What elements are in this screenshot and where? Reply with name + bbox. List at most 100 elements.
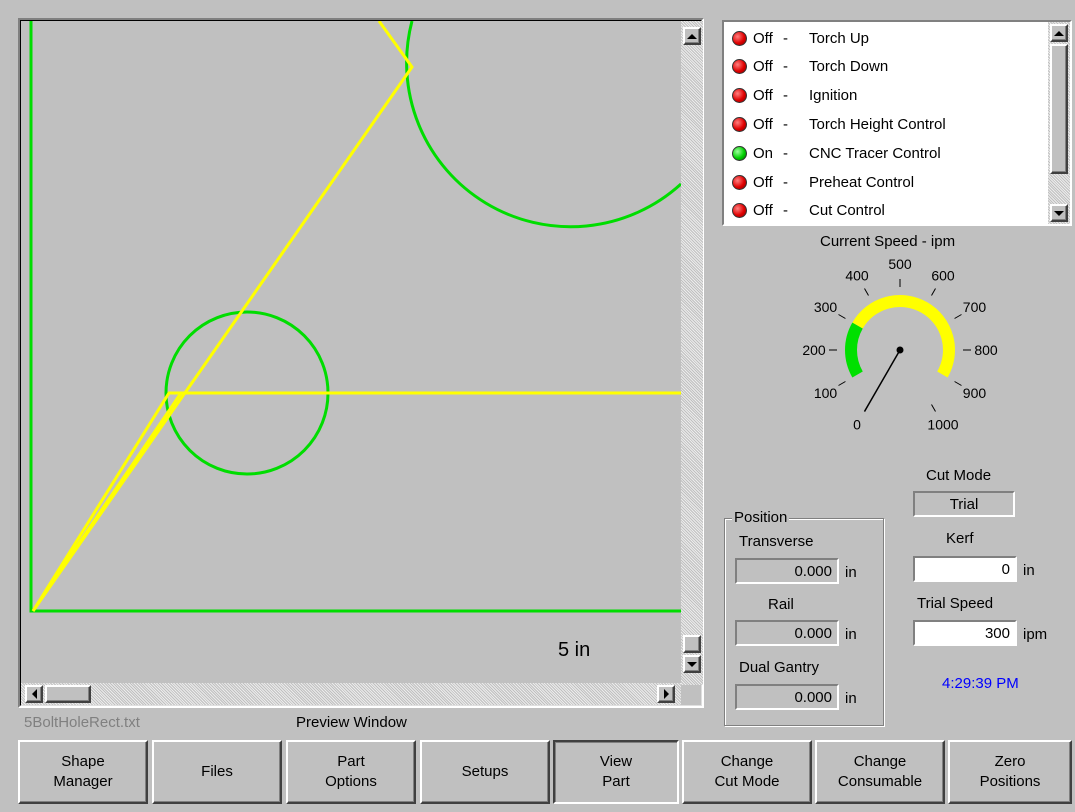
- gauge-tick-label: 200: [802, 342, 826, 358]
- status-item-preheat-control[interactable]: Off - Preheat Control: [732, 168, 914, 196]
- separator: -: [783, 144, 788, 162]
- vertical-scrollbar[interactable]: [681, 21, 703, 685]
- horizontal-scroll-thumb[interactable]: [45, 685, 91, 703]
- gauge-tick-label: 300: [814, 299, 838, 315]
- dual-gantry-readout: 0.000: [735, 684, 839, 710]
- red-led-icon: [732, 174, 747, 190]
- red-led-icon: [732, 87, 747, 103]
- red-led-icon: [732, 58, 747, 74]
- status-item-torch-up[interactable]: Off - Torch Up: [732, 24, 869, 52]
- scroll-right-button[interactable]: [657, 685, 675, 703]
- gauge-tick-label: 900: [963, 385, 987, 401]
- gauge-needle: [863, 349, 901, 412]
- part-outline: [29, 21, 681, 613]
- kerf-unit: in: [1023, 562, 1035, 579]
- gauge-tick: [931, 288, 936, 296]
- separator: -: [783, 86, 788, 104]
- status-state: Off: [753, 201, 773, 219]
- status-item-torch-down[interactable]: Off - Torch Down: [732, 52, 888, 80]
- status-label: Torch Height Control: [809, 115, 946, 133]
- gauge-tick-label: 100: [814, 385, 838, 401]
- zero-positions-button[interactable]: Zero Positions: [948, 740, 1072, 804]
- dual-gantry-label: Dual Gantry: [739, 659, 820, 676]
- cut-mode-readout: Trial: [913, 491, 1015, 517]
- transverse-readout: 0.000: [735, 558, 839, 584]
- arrow-up-icon: [1054, 30, 1064, 36]
- cut-mode-label: Cut Mode: [926, 467, 992, 484]
- status-label: Ignition: [809, 86, 858, 104]
- horizontal-scrollbar[interactable]: [21, 683, 681, 705]
- gauge-high-range-arc: [852, 295, 955, 378]
- preview-window-label: Preview Window: [296, 714, 407, 731]
- speed-gauge: 0 100 200 300 400 500 600 700 800 900 1000: [802, 256, 998, 432]
- trial-speed-input[interactable]: 300: [913, 620, 1017, 646]
- gauge-low-range-arc: [845, 322, 863, 378]
- gauge-tick: [931, 404, 936, 412]
- shape-manager-button[interactable]: Shape Manager: [18, 740, 148, 804]
- status-state: Off: [753, 57, 773, 75]
- status-state: Off: [753, 173, 773, 191]
- rail-readout: 0.000: [735, 620, 839, 646]
- gauge-tick-label: 700: [963, 299, 987, 315]
- separator: -: [783, 57, 788, 75]
- status-list[interactable]: Off - Torch Up Off - Torch Down Off - Ignition…: [722, 20, 1072, 226]
- green-led-icon: [732, 145, 747, 161]
- transverse-unit: in: [845, 564, 857, 581]
- gauge-hub: [896, 346, 904, 354]
- arrow-down-icon: [687, 661, 697, 667]
- status-label: CNC Tracer Control: [809, 144, 941, 162]
- part-options-button[interactable]: Part Options: [286, 740, 416, 804]
- gauge-tick: [838, 381, 846, 386]
- view-part-button[interactable]: View Part: [553, 740, 679, 804]
- red-led-icon: [732, 116, 747, 132]
- status-item-ignition[interactable]: Off - Ignition: [732, 81, 857, 109]
- kerf-label: Kerf: [946, 530, 974, 547]
- status-item-cut-control[interactable]: Off - Cut Control: [732, 196, 885, 224]
- separator: -: [783, 115, 788, 133]
- kerf-input[interactable]: 0: [913, 556, 1017, 582]
- separator: -: [783, 29, 788, 47]
- gauge-tick-label: 400: [845, 268, 869, 284]
- gauge-tick: [954, 314, 962, 319]
- status-state: Off: [753, 115, 773, 133]
- status-state: On: [753, 144, 774, 162]
- gauge-tick-label: 500: [888, 256, 912, 272]
- status-label: Torch Up: [809, 29, 870, 47]
- change-consumable-button[interactable]: Change Consumable: [815, 740, 945, 804]
- change-cut-mode-button[interactable]: Change Cut Mode: [682, 740, 812, 804]
- separator: -: [783, 201, 788, 219]
- scale-label: 5 in: [558, 639, 591, 661]
- arrow-up-icon: [687, 33, 697, 39]
- position-group-label: Position: [732, 509, 790, 526]
- clock: 4:29:39 PM: [942, 675, 1019, 692]
- status-state: Off: [753, 29, 773, 47]
- setups-button[interactable]: Setups: [420, 740, 550, 804]
- status-scroll-down-button[interactable]: [1050, 204, 1068, 222]
- status-list-scroll-thumb[interactable]: [1050, 44, 1068, 174]
- rail-label: Rail: [768, 596, 794, 613]
- files-button[interactable]: Files: [152, 740, 282, 804]
- gauge-tick-label: 600: [931, 268, 955, 284]
- status-item-cnc-tracer-control[interactable]: On - CNC Tracer Control: [732, 139, 941, 167]
- status-item-torch-height-control[interactable]: Off - Torch Height Control: [732, 110, 946, 138]
- status-label: Torch Down: [809, 57, 889, 75]
- part-arc-large: [405, 21, 681, 229]
- dual-gantry-unit: in: [845, 690, 857, 707]
- red-led-icon: [732, 202, 747, 218]
- arrow-left-icon: [31, 689, 37, 699]
- status-scroll-up-button[interactable]: [1050, 24, 1068, 42]
- separator: -: [783, 173, 788, 191]
- torch-path-lead: [31, 392, 183, 612]
- vertical-scroll-thumb[interactable]: [683, 635, 701, 653]
- scroll-down-button[interactable]: [683, 655, 701, 673]
- trial-speed-unit: ipm: [1023, 626, 1048, 643]
- preview-canvas[interactable]: [21, 21, 681, 685]
- gauge-tick: [954, 381, 962, 386]
- status-state: Off: [753, 86, 773, 104]
- gauge-title: Current Speed - ipm: [820, 233, 956, 250]
- preview-window[interactable]: 5 in: [18, 18, 704, 708]
- gauge-tick-label: 800: [974, 342, 998, 358]
- scroll-up-button[interactable]: [683, 27, 701, 45]
- transverse-label: Transverse: [739, 533, 814, 550]
- scroll-left-button[interactable]: [25, 685, 43, 703]
